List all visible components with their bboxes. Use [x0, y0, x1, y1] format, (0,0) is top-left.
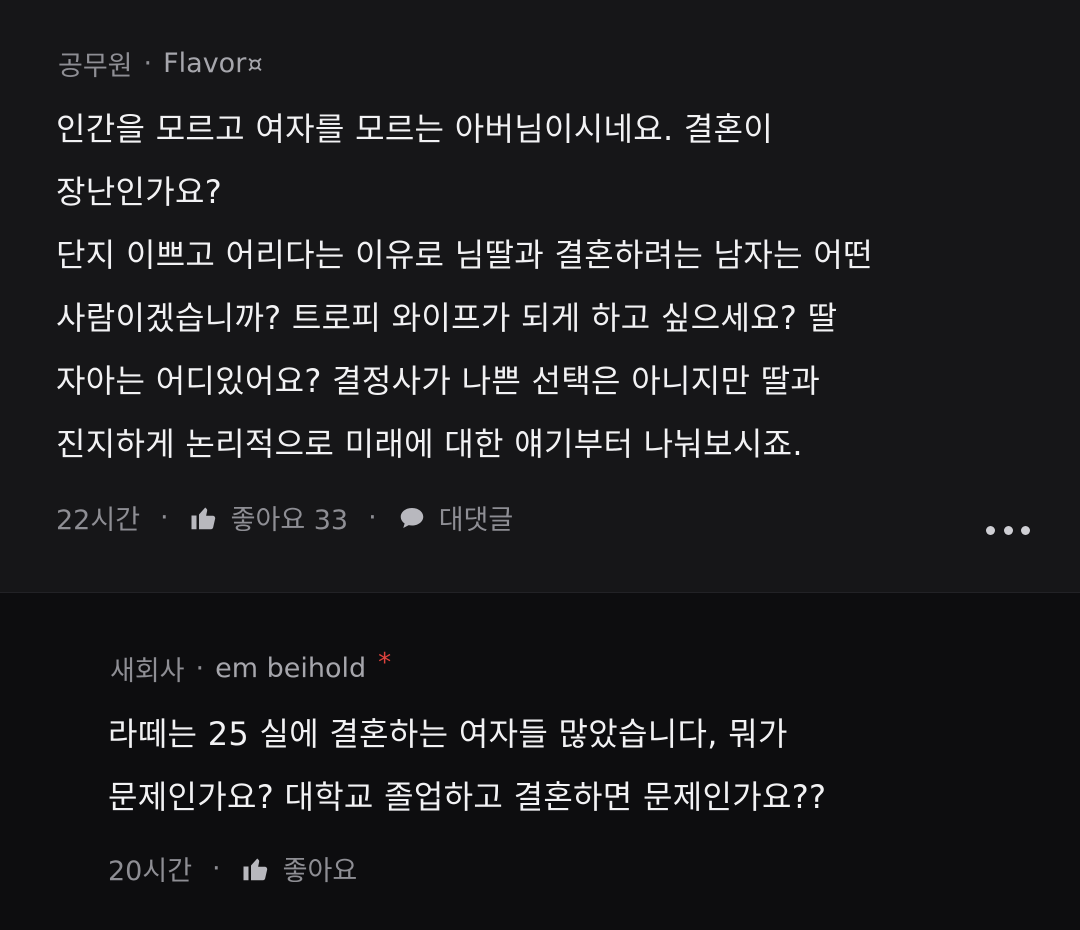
thumbs-up-icon [189, 503, 219, 533]
comment-thread: 공무원 · Flavor ¤ 인간을 모르고 여자를 모르는 아버님이시네요. … [0, 0, 1080, 930]
comment-body-line: 자아는 어디있어요? 결정사가 나쁜 선택은 아니지만 딸과 [56, 362, 821, 400]
reply-button[interactable]: 대댓글 [397, 498, 514, 537]
more-dot [986, 525, 995, 535]
comment-body-line: 단지 이쁘고 어리다는 이유로 님딸과 결혼하려는 남자는 어떤 [56, 236, 873, 274]
author-nickname[interactable]: em beihold [215, 653, 366, 684]
comment-body-line: 인간을 모르고 여자를 모르는 아버님이시네요. 결혼이 [56, 110, 774, 148]
like-label: 좋아요 [282, 856, 358, 887]
comment-body-line: 진지하게 논리적으로 미래에 대한 얘기부터 나눠보시죠. [56, 425, 803, 463]
separator-dot: · [212, 853, 221, 884]
like-button[interactable]: 좋아요 [241, 849, 358, 888]
author-line: 공무원 · Flavor ¤ [58, 44, 263, 83]
reply-time: 20시간 [108, 856, 193, 887]
more-dot [1003, 525, 1013, 535]
comment-body-line: 사람이겠습니까? 트로피 와이프가 되게 하고 싶으세요? 딸 [56, 299, 838, 337]
reply-body: 라떼는 25 실에 결혼하는 여자들 많았습니다, 뭐가 문제인가요? 대학교 … [108, 703, 1038, 829]
comment: 공무원 · Flavor ¤ 인간을 모르고 여자를 모르는 아버님이시네요. … [0, 0, 1080, 592]
separator-dot: · [143, 48, 153, 79]
author-line: 새회사 · em beihold * [110, 647, 392, 688]
reply-comment: 새회사 · em beihold * 라떼는 25 실에 결혼하는 여자들 많았… [0, 592, 1080, 930]
reply-label: 대댓글 [438, 505, 514, 536]
author-nickname[interactable]: Flavor [163, 48, 246, 79]
separator-dot: · [160, 502, 169, 533]
more-dot [1021, 525, 1030, 535]
reply-body-line: 문제인가요? 대학교 졸업하고 결혼하면 문제인가요?? [108, 778, 827, 816]
comment-meta: 22시간 · 좋아요 33 · 대댓글 [56, 498, 513, 537]
thumbs-up-icon [241, 854, 271, 884]
reply-meta: 20시간 · 좋아요 [108, 849, 357, 888]
like-count-label: 좋아요 33 [230, 505, 349, 536]
comment-body: 인간을 모르고 여자를 모르는 아버님이시네요. 결혼이 장난인가요? 단지 이… [56, 98, 1036, 476]
author-company: 새회사 [110, 656, 185, 687]
author-mark: * [378, 647, 392, 678]
separator-dot: · [195, 653, 205, 684]
speech-bubble-icon [397, 503, 427, 533]
author-company: 공무원 [58, 51, 133, 82]
reply-body-line: 라떼는 25 실에 결혼하는 여자들 많았습니다, 뭐가 [108, 715, 788, 753]
separator-dot: · [368, 502, 377, 533]
like-button[interactable]: 좋아요 33 [189, 498, 348, 537]
comment-time: 22시간 [56, 505, 141, 536]
author-badge-icon: ¤ [247, 49, 263, 78]
more-icon[interactable] [986, 516, 1030, 544]
comment-body-line: 장난인가요? [56, 173, 222, 211]
